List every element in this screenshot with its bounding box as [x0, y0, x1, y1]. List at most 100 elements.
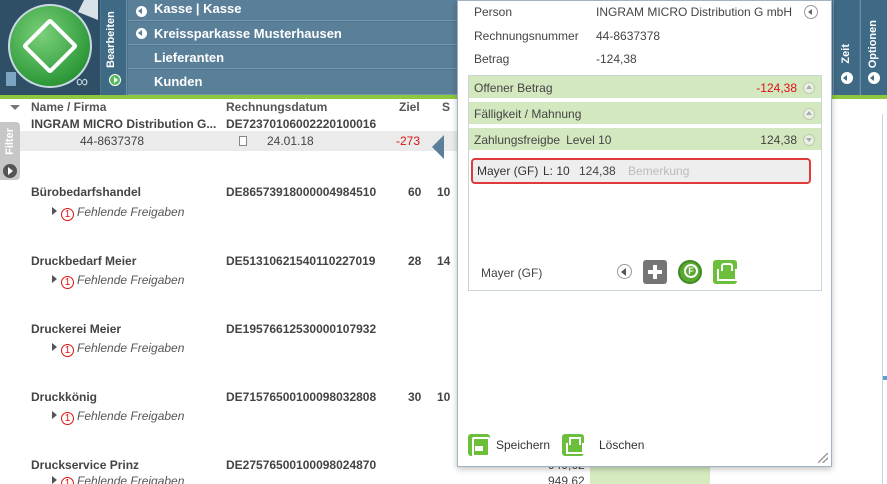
row-s: 10	[437, 390, 451, 404]
breadcrumb-kunden[interactable]: Kunden	[128, 70, 458, 95]
row-amount: 949,62	[548, 474, 585, 484]
column-name[interactable]: Name / Firma	[31, 100, 106, 114]
play-icon[interactable]	[3, 164, 17, 178]
save-icon[interactable]	[468, 434, 490, 457]
row-s: 14	[437, 254, 451, 268]
f-icon: F	[684, 264, 698, 278]
tab-zeit-label: Zeit	[840, 44, 852, 64]
payment-approval-bar[interactable]: Zahlungsfreigbe Level 10 124,38	[469, 128, 821, 152]
delete-button[interactable]: Löschen	[599, 438, 644, 452]
approver-name: Mayer (GF)	[477, 164, 539, 178]
filter-tab[interactable]: Filter	[0, 122, 20, 180]
tab-zeit[interactable]: Zeit	[833, 0, 859, 95]
chevron-down-icon[interactable]	[803, 134, 815, 146]
invoice-approval-popup: Person INGRAM MICRO Distribution G mbH R…	[457, 0, 832, 467]
sort-down-icon[interactable]	[10, 105, 20, 110]
count-badge: 1	[61, 276, 74, 289]
row-ziel: 60	[408, 185, 422, 199]
right-panel-edge	[882, 114, 887, 484]
basket-button[interactable]	[713, 260, 737, 284]
breadcrumb-lieferanten[interactable]: Lieferanten	[128, 46, 458, 69]
breadcrumb-label: Lieferanten	[154, 50, 225, 65]
row-iban: DE27576500100098024870	[226, 458, 377, 472]
chevron-left-icon[interactable]	[804, 5, 818, 19]
f-button[interactable]: F	[678, 260, 702, 284]
document-icon[interactable]	[239, 136, 247, 146]
bearbeiten-panel[interactable]: Bearbeiten	[101, 0, 127, 95]
expand-icon[interactable]	[52, 476, 57, 484]
approval-section: Offener Betrag -124,38 Fälligkeit / Mahn…	[468, 75, 822, 291]
row-iban: DE51310621540110227019	[226, 254, 376, 268]
column-date[interactable]: Rechnungsdatum	[226, 100, 327, 114]
invoice-number-label: Rechnungsnummer	[474, 29, 579, 43]
row-iban: DE72370106002220100016	[226, 117, 377, 131]
row-name: Bürobedarfshandel	[31, 185, 142, 199]
missing-approvals[interactable]: 1 Fehlende Freigaben	[52, 273, 184, 289]
approval-level: Level 10	[566, 133, 612, 147]
invoice-ziel: -273	[396, 134, 421, 148]
breadcrumb-kasse[interactable]: Kasse | Kasse	[128, 0, 458, 21]
resize-grip-icon[interactable]	[818, 453, 828, 463]
due-dunning-label: Fälligkeit / Mahnung	[474, 107, 582, 121]
row-s: 10	[437, 185, 451, 199]
breadcrumb-bank[interactable]: Kreissparkasse Musterhausen	[128, 22, 458, 45]
approver-amount: 124,38	[579, 164, 616, 178]
missing-approvals[interactable]: 1 Fehlende Freigaben	[52, 409, 184, 425]
missing-approvals[interactable]: 1 Fehlende Freigaben	[52, 474, 184, 484]
delete-icon[interactable]	[562, 434, 584, 456]
missing-approvals-label: Fehlende Freigaben	[77, 273, 185, 287]
expand-icon[interactable]	[52, 275, 57, 283]
missing-approvals-label: Fehlende Freigaben	[77, 341, 185, 355]
amount-label: Betrag	[474, 52, 510, 66]
expand-icon[interactable]	[52, 343, 57, 351]
column-ziel[interactable]: Ziel	[399, 100, 420, 114]
chevron-left-icon[interactable]	[136, 6, 147, 17]
invoice-number: 44-8637378	[80, 134, 145, 148]
row-ziel: 30	[408, 390, 422, 404]
expand-icon[interactable]	[52, 411, 57, 419]
row-iban: DE86573918000004984510	[226, 185, 377, 199]
missing-approvals[interactable]: 1 Fehlende Freigaben	[52, 205, 184, 221]
pointer-arrow	[432, 135, 444, 159]
invoice-number-value: 44-8637378	[596, 29, 661, 43]
row-iban: DE19576612530000107932	[226, 322, 377, 336]
chevron-left-icon[interactable]	[617, 264, 632, 279]
chevron-left-icon[interactable]	[868, 72, 880, 84]
diamond-icon	[21, 17, 79, 75]
breadcrumb-label: Kreissparkasse Musterhausen	[154, 26, 342, 41]
expand-icon[interactable]	[52, 207, 57, 215]
selected-invoice-row[interactable]: 44-8637378 24.01.18 -273	[20, 131, 458, 151]
due-dunning-bar[interactable]: Fälligkeit / Mahnung	[469, 102, 821, 126]
row-name: INGRAM MICRO Distribution G...	[31, 117, 217, 131]
row-ziel: 28	[408, 254, 422, 268]
scroll-marker	[883, 376, 887, 380]
row-name: Druckerei Meier	[31, 322, 122, 336]
chevron-left-icon[interactable]	[136, 28, 147, 39]
infinity-icon: ∞	[76, 72, 89, 91]
remark-input[interactable]	[628, 162, 803, 180]
count-badge: 1	[61, 344, 74, 357]
breadcrumb-label: Kasse | Kasse	[154, 1, 242, 16]
amount-value: -124,38	[596, 52, 637, 66]
row-name: Druckkönig	[31, 390, 98, 404]
approver-row[interactable]: Mayer (GF) L: 10 124,38	[471, 158, 811, 184]
save-button[interactable]: Speichern	[496, 438, 550, 452]
payment-approval-value: 124,38	[760, 133, 797, 147]
payment-approval-label: Zahlungsfreigbe	[474, 133, 561, 147]
open-amount-label: Offener Betrag	[474, 81, 553, 95]
breadcrumb-label: Kunden	[154, 74, 203, 89]
filter-label: Filter	[4, 128, 16, 155]
column-s[interactable]: S	[442, 100, 450, 114]
chevron-left-icon[interactable]	[841, 72, 853, 84]
play-icon[interactable]	[109, 74, 121, 86]
approver-level: L: 10	[543, 164, 570, 178]
add-button[interactable]	[643, 260, 667, 284]
open-amount-bar[interactable]: Offener Betrag -124,38	[469, 76, 821, 100]
missing-approvals[interactable]: 1 Fehlende Freigaben	[52, 341, 184, 357]
tab-optionen[interactable]: Optionen	[860, 0, 887, 95]
open-amount-value: -124,38	[756, 81, 797, 95]
chevron-up-icon[interactable]	[803, 108, 815, 120]
app-logo[interactable]: ∞	[0, 0, 100, 95]
chevron-up-icon[interactable]	[803, 82, 815, 94]
count-badge: 1	[61, 412, 74, 425]
